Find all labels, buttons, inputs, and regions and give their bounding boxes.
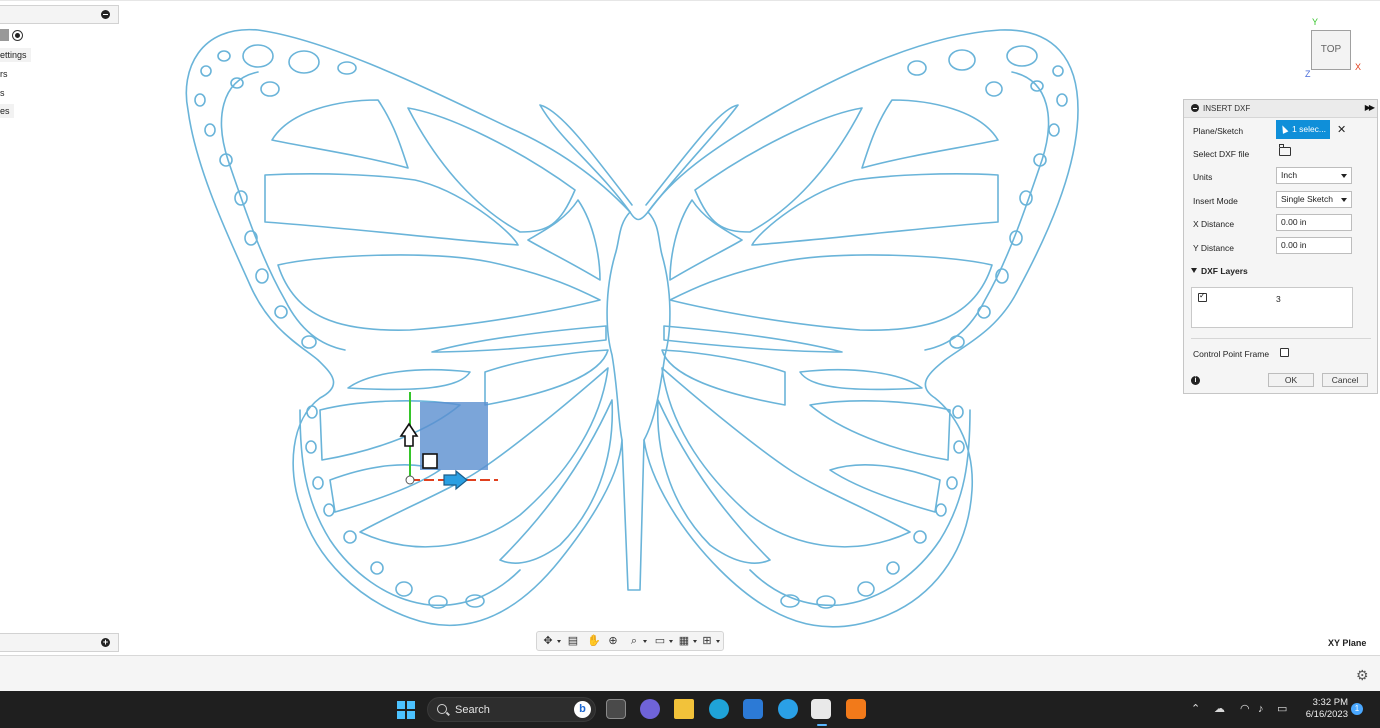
- plane-sketch-label: Plane/Sketch: [1193, 126, 1244, 136]
- browser-item-settings[interactable]: ettings: [0, 48, 31, 62]
- chevron-down-icon[interactable]: [693, 640, 697, 643]
- units-dropdown[interactable]: Inch: [1276, 167, 1352, 184]
- units-value: Inch: [1281, 170, 1298, 180]
- visibility-toggle-icon[interactable]: [0, 29, 9, 41]
- plane-readout: XY Plane: [1328, 638, 1367, 648]
- volume-icon[interactable]: ♪: [1258, 703, 1264, 715]
- x-arrow-icon: [443, 469, 468, 491]
- layer-checkbox[interactable]: [1198, 291, 1207, 302]
- free-move-box: [422, 453, 438, 469]
- start-windows-icon[interactable]: [397, 701, 415, 719]
- help-icon[interactable]: [778, 699, 798, 719]
- zoom-icon[interactable]: ⊕: [607, 635, 619, 647]
- grid-icon[interactable]: ▦: [678, 635, 690, 647]
- timeline-bar: ⚙: [0, 655, 1380, 691]
- view-cube-face[interactable]: TOP: [1311, 30, 1351, 70]
- axis-y-label: Y: [1312, 17, 1319, 27]
- orbit-icon[interactable]: ✥: [542, 635, 554, 647]
- browser-item-2[interactable]: rs: [0, 67, 12, 81]
- look-at-icon[interactable]: ▤: [567, 635, 579, 647]
- store-icon[interactable]: [743, 699, 763, 719]
- y-distance-label: Y Distance: [1193, 243, 1234, 253]
- origin-manipulator[interactable]: [0, 0, 1380, 655]
- units-label: Units: [1193, 172, 1213, 182]
- notification-badge[interactable]: 1: [1351, 703, 1363, 715]
- view-cube[interactable]: TOP Y X Z: [1303, 17, 1363, 80]
- dialog-title: INSERT DXF: [1203, 104, 1251, 113]
- browser-item-4[interactable]: es: [0, 104, 14, 118]
- dxf-layers-title: DXF Layers: [1201, 266, 1248, 276]
- chevron-down-icon[interactable]: [669, 640, 673, 643]
- select-file-label: Select DXF file: [1193, 149, 1250, 159]
- chevron-down-icon: [1341, 198, 1347, 202]
- insert-dxf-dialog: INSERT DXF ▶▶ Plane/Sketch 1 selec... ✕ …: [1183, 99, 1378, 394]
- browser-item-3[interactable]: s: [0, 86, 9, 100]
- chevron-down-icon[interactable]: [557, 640, 561, 643]
- bing-icon[interactable]: b: [574, 701, 591, 718]
- chevron-down-icon: [1341, 174, 1347, 178]
- control-point-frame-label: Control Point Frame: [1193, 349, 1270, 359]
- dxf-layers-list: 3: [1191, 287, 1353, 328]
- fusion-app-icon[interactable]: [811, 699, 831, 719]
- wifi-icon[interactable]: ◠: [1240, 703, 1250, 715]
- edge-browser-icon[interactable]: [709, 699, 729, 719]
- ok-button[interactable]: OK: [1268, 373, 1314, 387]
- chevron-down-icon[interactable]: [716, 640, 720, 643]
- navigation-toolbar: ✥ ▤ ✋ ⊕ ⌕ ▭ ▦ ⊞: [536, 631, 724, 651]
- insert-mode-dropdown[interactable]: Single Sketch: [1276, 191, 1352, 208]
- taskbar: Search b ⌃ ☁ ◠ ♪ ▭ 3:32 PM 6/16/2023 1: [0, 691, 1380, 728]
- comments-panel-header: +: [0, 633, 119, 652]
- cancel-button[interactable]: Cancel: [1322, 373, 1368, 387]
- clear-selection-icon[interactable]: ✕: [1337, 123, 1346, 136]
- fusion-launcher-icon[interactable]: [846, 699, 866, 719]
- chat-icon[interactable]: [640, 699, 660, 719]
- onedrive-error-icon[interactable]: ☁: [1214, 703, 1225, 715]
- collapse-dialog-icon[interactable]: [1191, 104, 1199, 112]
- insert-mode-label: Insert Mode: [1193, 196, 1238, 206]
- file-explorer-icon[interactable]: [674, 699, 694, 719]
- info-icon[interactable]: i: [1191, 376, 1200, 385]
- dialog-header[interactable]: INSERT DXF ▶▶: [1184, 100, 1377, 118]
- chevron-down-icon: [1191, 268, 1197, 273]
- insert-mode-value: Single Sketch: [1281, 194, 1333, 204]
- display-settings-icon[interactable]: ▭: [654, 635, 666, 647]
- axis-z-label: Z: [1305, 69, 1311, 79]
- cursor-arrow-icon: [1279, 124, 1289, 134]
- y-arrow-icon: [399, 422, 419, 447]
- system-clock[interactable]: 3:32 PM 6/16/2023: [1302, 697, 1348, 721]
- search-label: Search: [455, 704, 490, 716]
- gear-icon[interactable]: ⚙: [1356, 668, 1369, 682]
- axis-x-label: X: [1355, 62, 1362, 72]
- plane-sketch-value: 1 selec...: [1292, 124, 1327, 134]
- taskbar-search[interactable]: Search b: [427, 697, 596, 722]
- folder-open-icon[interactable]: [1279, 144, 1291, 156]
- x-distance-label: X Distance: [1193, 219, 1235, 229]
- active-app-indicator: [817, 724, 827, 726]
- browser-panel-header: [0, 5, 119, 24]
- add-icon[interactable]: +: [101, 638, 110, 647]
- expand-dialog-icon[interactable]: ▶▶: [1365, 103, 1375, 112]
- dxf-layers-section[interactable]: DXF Layers: [1191, 266, 1248, 276]
- chevron-down-icon[interactable]: [643, 640, 647, 643]
- pan-hand-icon[interactable]: ✋: [587, 635, 601, 647]
- clock-date: 6/16/2023: [1305, 709, 1348, 720]
- origin-point: [405, 475, 415, 485]
- sketch-canvas[interactable]: [0, 0, 1380, 655]
- dialog-divider: [1191, 338, 1371, 339]
- collapse-icon[interactable]: [101, 10, 110, 19]
- active-radio-icon[interactable]: [12, 30, 23, 41]
- x-distance-input[interactable]: 0.00 in: [1276, 214, 1352, 231]
- viewports-icon[interactable]: ⊞: [701, 635, 713, 647]
- task-view-icon[interactable]: [606, 699, 626, 719]
- plane-sketch-select-button[interactable]: 1 selec...: [1276, 120, 1330, 139]
- chevron-up-icon[interactable]: ⌃: [1191, 703, 1200, 715]
- layer-name: 3: [1276, 294, 1281, 304]
- control-point-frame-checkbox[interactable]: [1280, 348, 1289, 357]
- clock-time: 3:32 PM: [1312, 697, 1348, 708]
- y-distance-input[interactable]: 0.00 in: [1276, 237, 1352, 254]
- battery-icon[interactable]: ▭: [1277, 703, 1287, 715]
- search-icon: [437, 704, 447, 714]
- fit-icon[interactable]: ⌕: [628, 635, 640, 647]
